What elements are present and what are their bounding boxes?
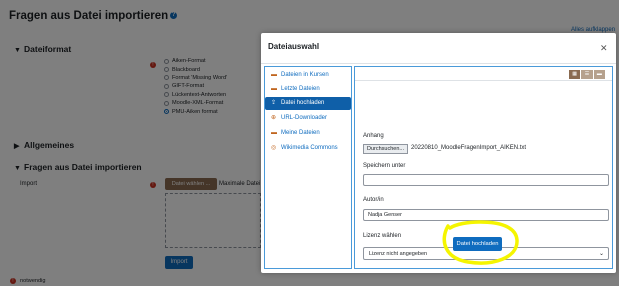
view-toolbar: ▦ ☰ ▬ <box>355 67 612 81</box>
repository-item[interactable]: ▬ Letzte Dateien <box>265 83 351 96</box>
repository-item[interactable]: ⊕ URL-Downloader <box>265 112 351 125</box>
author-label: Autor/in <box>363 197 384 203</box>
selected-filename: 20220810_MoodleFragenImport_AIKEN.txt <box>411 145 527 151</box>
folder-icon: ▬ <box>271 72 277 78</box>
repository-item-label: Meine Dateien <box>281 130 320 136</box>
chevron-down-icon: ⌄ <box>598 251 604 257</box>
icon-view-icon[interactable]: ▦ <box>569 70 582 79</box>
repository-item-label: URL-Downloader <box>281 115 328 121</box>
wikimedia-icon: ◎ <box>271 145 277 151</box>
repository-item[interactable]: ▬ Meine Dateien <box>265 127 351 140</box>
folder-icon: ▬ <box>271 130 277 136</box>
close-icon[interactable]: ✕ <box>600 43 608 54</box>
repository-list: ▬ Dateien in Kursen ▬ Letzte Dateien ⇪ Datei … <box>264 66 352 269</box>
save-as-input[interactable] <box>363 174 609 186</box>
upload-icon: ⇪ <box>271 100 277 106</box>
upload-file-button[interactable]: Datei hochladen <box>453 237 502 251</box>
file-picker-dialog: Dateiauswahl ✕ ▬ Dateien in Kursen ▬ Letzte… <box>261 33 616 273</box>
repository-item[interactable]: ▬ Dateien in Kursen <box>265 69 351 82</box>
browse-button[interactable]: Durchsuchen... <box>363 144 408 154</box>
repository-item-label: Letzte Dateien <box>281 86 320 92</box>
repository-item[interactable]: ⇪ Datei hochladen <box>265 97 351 110</box>
folder-view-icon[interactable]: ▬ <box>593 70 606 79</box>
repository-item-label: Dateien in Kursen <box>281 72 329 78</box>
repository-item-label: Wikimedia Commons <box>281 145 338 151</box>
attachment-label: Anhang <box>363 133 384 139</box>
list-view-icon[interactable]: ☰ <box>581 70 594 79</box>
recent-files-icon: ▬ <box>271 86 277 92</box>
view-switcher: ▦ ☰ ▬ <box>569 70 606 79</box>
license-label: Lizenz wählen <box>363 233 402 239</box>
modal-title: Dateiauswahl <box>268 42 320 51</box>
repository-item[interactable]: ◎ Wikimedia Commons <box>265 142 351 155</box>
repository-item-label: Datei hochladen <box>281 100 325 106</box>
author-input[interactable]: Nadja Genser <box>363 209 609 221</box>
save-as-label: Speichern unter <box>363 163 406 169</box>
modal-header: Dateiauswahl ✕ <box>261 33 616 64</box>
url-icon: ⊕ <box>271 115 277 121</box>
